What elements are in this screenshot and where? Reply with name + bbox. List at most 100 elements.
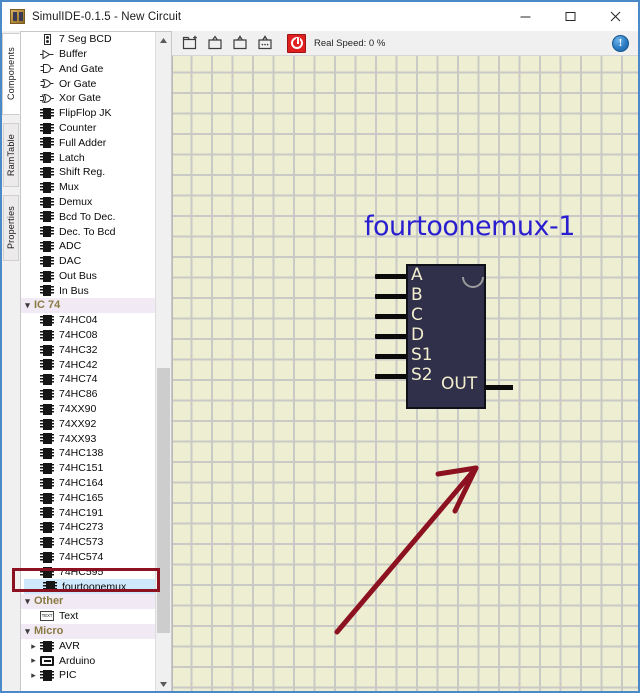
- new-file-icon[interactable]: [180, 33, 201, 54]
- chevron-right-icon[interactable]: ▸: [27, 641, 40, 651]
- chevron-right-icon[interactable]: ▸: [27, 656, 40, 665]
- pin-label-a: A: [411, 265, 423, 285]
- tree-item-label: Arduino: [59, 654, 96, 667]
- tree-item-74hc595[interactable]: 74HC595: [21, 565, 155, 580]
- tree-item-text[interactable]: TEXT Text: [21, 609, 155, 624]
- pin-a[interactable]: [375, 274, 409, 279]
- tree-item-mux[interactable]: Mux: [21, 180, 155, 195]
- tree-item-avr[interactable]: ▸ AVR: [21, 639, 155, 654]
- tab-ramtable[interactable]: RamTable: [3, 123, 19, 187]
- pin-c[interactable]: [375, 314, 409, 319]
- chevron-right-icon[interactable]: ▸: [27, 671, 40, 680]
- tree-item-74hc273[interactable]: 74HC273: [21, 520, 155, 535]
- chip-icon: [40, 137, 54, 149]
- tree-category-micro[interactable]: ▾ Micro: [21, 623, 155, 639]
- save-icon[interactable]: [230, 33, 251, 54]
- dip-chip-icon: [40, 315, 54, 327]
- tree-item-buffer[interactable]: Buffer: [21, 47, 155, 62]
- tree-item-counter[interactable]: Counter: [21, 121, 155, 136]
- tree-item-or-gate[interactable]: Or Gate: [21, 76, 155, 91]
- tree-scrollbar[interactable]: [155, 32, 171, 691]
- scrollbar-thumb[interactable]: [157, 368, 170, 633]
- close-button[interactable]: [593, 2, 638, 31]
- pin-d[interactable]: [375, 334, 409, 339]
- tree-item-74xx92[interactable]: 74XX92: [21, 417, 155, 432]
- tree-item-74xx93[interactable]: 74XX93: [21, 432, 155, 447]
- tree-item-demux[interactable]: Demux: [21, 195, 155, 210]
- tree-item-label: Bcd To Dec.: [59, 210, 116, 223]
- open-folder-icon[interactable]: [205, 33, 226, 54]
- tree-category-label: Other: [34, 595, 64, 608]
- power-icon: [290, 37, 303, 49]
- tab-ramtable-label: RamTable: [6, 133, 16, 177]
- tree-item-latch[interactable]: Latch: [21, 150, 155, 165]
- tree-item-label: Demux: [59, 195, 93, 208]
- tree-item-74hc32[interactable]: 74HC32: [21, 343, 155, 358]
- tree-item-74hc164[interactable]: 74HC164: [21, 476, 155, 491]
- tree-item-label: Counter: [59, 121, 97, 134]
- tree-item-74hc574[interactable]: 74HC574: [21, 550, 155, 565]
- power-button[interactable]: [287, 33, 306, 53]
- tree-item-74hc191[interactable]: 74HC191: [21, 506, 155, 521]
- pin-out[interactable]: [484, 385, 513, 390]
- tree-item-74xx90[interactable]: 74XX90: [21, 402, 155, 417]
- tree-item-74hc04[interactable]: 74HC04: [21, 313, 155, 328]
- tree-item-label: 74XX93: [59, 432, 97, 445]
- tree-item-74hc42[interactable]: 74HC42: [21, 358, 155, 373]
- scroll-down-icon[interactable]: [156, 676, 171, 691]
- tree-item-74hc74[interactable]: 74HC74: [21, 372, 155, 387]
- tree-item-label: Or Gate: [59, 77, 97, 90]
- pin-b[interactable]: [375, 294, 409, 299]
- dip-chip-icon: [40, 463, 54, 474]
- tree-item-shift-reg-[interactable]: Shift Reg.: [21, 165, 155, 180]
- minimize-button[interactable]: [503, 2, 548, 31]
- tree-item-74hc573[interactable]: 74HC573: [21, 535, 155, 550]
- tree-item-fourtoonemux[interactable]: fourtoonemux: [24, 579, 155, 595]
- tree-item-74hc165[interactable]: 74HC165: [21, 491, 155, 506]
- tree-item-arduino[interactable]: ▸ Arduino: [21, 653, 155, 668]
- tree-category-other[interactable]: ▾ Other: [21, 594, 155, 610]
- pin-s1[interactable]: [375, 354, 409, 359]
- text-icon: TEXT: [40, 610, 54, 622]
- tree-item-label: AVR: [59, 639, 80, 652]
- tree-item-xor-gate[interactable]: Xor Gate: [21, 91, 155, 106]
- app-icon: [10, 9, 25, 24]
- info-icon[interactable]: !: [612, 34, 629, 52]
- tree-item-in-bus[interactable]: In Bus: [21, 284, 155, 299]
- tree-item-label: 74HC138: [59, 447, 104, 460]
- tree-item-adc[interactable]: ADC: [21, 239, 155, 254]
- fourtoonemux-component[interactable]: fourtoonemux-1 A B C D S1 S2 OUT: [364, 211, 575, 411]
- tree-item-and-gate[interactable]: And Gate: [21, 62, 155, 77]
- tree-item-out-bus[interactable]: Out Bus: [21, 269, 155, 284]
- tree-item-flipflop-jk[interactable]: FlipFlop JK: [21, 106, 155, 121]
- maximize-button[interactable]: [548, 2, 593, 31]
- tree-item-74hc86[interactable]: 74HC86: [21, 387, 155, 402]
- tree-category-ic-74[interactable]: ▾ IC 74: [21, 298, 155, 314]
- tree-item-dac[interactable]: DAC: [21, 254, 155, 269]
- tab-components[interactable]: Components: [2, 33, 20, 115]
- dip-chip-icon: [40, 433, 54, 445]
- tree-item-74hc138[interactable]: 74HC138: [21, 446, 155, 461]
- tree-item-pic[interactable]: ▸ PIC: [21, 668, 155, 683]
- tree-item-full-adder[interactable]: Full Adder: [21, 136, 155, 151]
- tab-properties[interactable]: Properties: [3, 195, 19, 261]
- pin-label-s2: S2: [411, 365, 433, 385]
- scroll-up-icon[interactable]: [156, 32, 171, 48]
- chevron-down-icon[interactable]: ▾: [21, 597, 34, 606]
- tree-item-label: Dec. To Bcd: [59, 225, 116, 238]
- tree-item-74hc151[interactable]: 74HC151: [21, 461, 155, 476]
- chevron-down-icon[interactable]: ▾: [21, 301, 34, 310]
- tree-item-7-seg-bcd[interactable]: 7 Seg BCD: [21, 32, 155, 47]
- save-as-icon[interactable]: [255, 33, 276, 54]
- real-speed-label: Real Speed: 0 %: [314, 37, 386, 49]
- chip-icon: [40, 196, 54, 208]
- tree-item-label: 74HC573: [59, 536, 104, 549]
- pin-s2[interactable]: [375, 374, 409, 379]
- circuit-canvas[interactable]: fourtoonemux-1 A B C D S1 S2 OUT: [172, 56, 638, 691]
- component-tree-list[interactable]: 7 Seg BCD Buffer And Gate Or Gate Xor Gate Fl…: [21, 32, 155, 691]
- tree-item-dec-to-bcd[interactable]: Dec. To Bcd: [21, 224, 155, 239]
- title-bar: SimulIDE-0.1.5 - New Circuit: [2, 2, 638, 31]
- tree-item-bcd-to-dec-[interactable]: Bcd To Dec.: [21, 210, 155, 225]
- chevron-down-icon[interactable]: ▾: [21, 626, 34, 636]
- tree-item-74hc08[interactable]: 74HC08: [21, 328, 155, 343]
